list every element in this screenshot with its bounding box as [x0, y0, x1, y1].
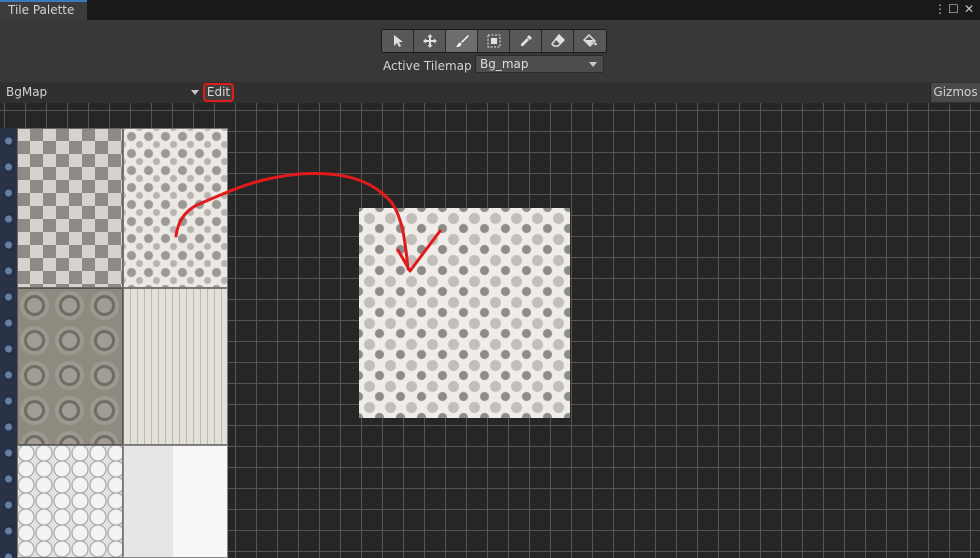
tab-bar: Tile Palette ⋮ ☐ ✕: [0, 0, 980, 20]
active-tilemap-label: Active Tilemap: [383, 59, 472, 73]
erase-tool-button[interactable]: [542, 30, 574, 52]
palette-dropdown[interactable]: BgMap: [0, 82, 203, 103]
chevron-down-icon: [191, 90, 199, 95]
fill-tool-button[interactable]: [574, 30, 606, 52]
gizmos-button[interactable]: Gizmos: [930, 83, 980, 102]
picker-tool-button[interactable]: [510, 30, 542, 52]
maximize-icon[interactable]: ☐: [948, 2, 959, 16]
tool-group: [381, 29, 607, 53]
edit-button[interactable]: Edit: [203, 83, 234, 102]
brush-icon: [455, 35, 469, 47]
tile-hexagon-pattern[interactable]: [17, 445, 123, 558]
tile-flower-pattern[interactable]: [123, 128, 228, 288]
tile-stone-blocks[interactable]: [17, 128, 123, 288]
placed-flower-tile[interactable]: [359, 208, 570, 418]
palette-name: BgMap: [6, 85, 48, 99]
move-icon: [422, 34, 437, 48]
tab-tile-palette[interactable]: Tile Palette: [0, 0, 87, 20]
close-icon[interactable]: ✕: [964, 2, 974, 16]
tile-striped-wood[interactable]: [123, 288, 228, 445]
tile-medallion-pattern[interactable]: [17, 288, 123, 445]
cursor-icon: [393, 35, 403, 47]
paint-tool-button[interactable]: [446, 30, 478, 52]
active-tilemap-value: Bg_map: [480, 57, 529, 71]
select-tool-button[interactable]: [382, 30, 414, 52]
chevron-down-icon: [589, 62, 597, 67]
tool-toolbar: Active Tilemap Bg_map: [0, 20, 980, 82]
paint-bucket-icon: [583, 34, 597, 48]
active-tilemap-dropdown[interactable]: Bg_map: [475, 55, 604, 73]
tile-white-plain[interactable]: [123, 445, 228, 558]
palette-bar: BgMap Edit Gizmos: [0, 82, 980, 104]
eraser-icon: [550, 34, 565, 47]
tile-blue-pattern[interactable]: [0, 128, 17, 558]
box-fill-icon: [487, 34, 500, 48]
move-tool-button[interactable]: [414, 30, 446, 52]
box-fill-tool-button[interactable]: [478, 30, 510, 52]
palette-tiles: [0, 128, 228, 558]
palette-grid-canvas[interactable]: [0, 103, 980, 558]
eyedropper-icon: [520, 35, 532, 46]
more-menu-icon[interactable]: ⋮: [934, 2, 946, 16]
